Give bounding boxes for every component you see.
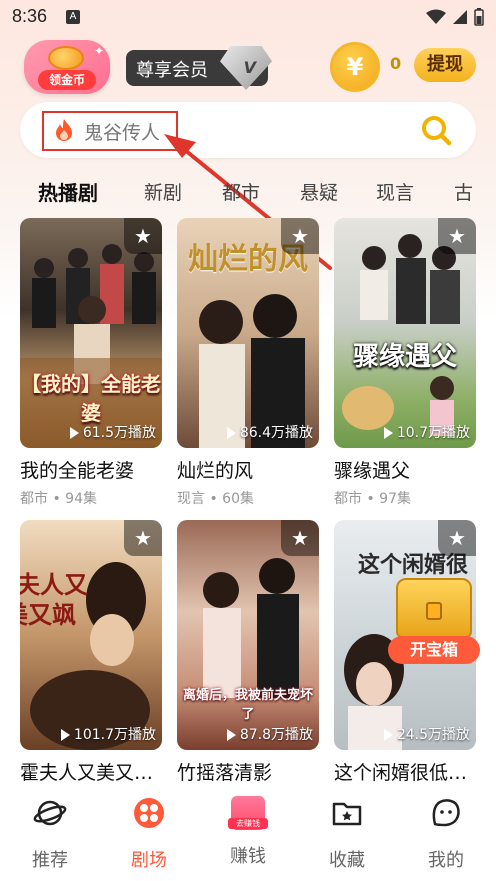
nav-earn-label: 赚钱	[230, 846, 266, 867]
folder-star-icon	[332, 802, 362, 826]
poster-title-text: 离婚后，我被前夫宠坏了	[182, 688, 313, 722]
poster-title-text: 霍夫人又美又飒	[20, 570, 88, 629]
search-input[interactable]: 鬼谷传人	[84, 118, 160, 145]
notification-icon: A	[66, 10, 80, 24]
nav-theater-label: 剧场	[131, 850, 167, 871]
drama-poster[interactable]: 霍夫人又美又飒 ★ 101.7万播放	[20, 520, 162, 750]
theater-icon	[134, 798, 164, 828]
status-time: 8:36	[12, 6, 48, 26]
vip-membership-button[interactable]: 尊享会员 V	[126, 46, 272, 90]
poster-title-text: 【我的】全能老婆	[21, 372, 161, 425]
tab-romance[interactable]: 现言	[376, 178, 414, 205]
star-icon[interactable]: ★	[124, 520, 162, 556]
chest-lock-icon	[426, 602, 442, 620]
drama-title[interactable]: 灿烂的风	[177, 456, 253, 483]
status-icons	[426, 8, 484, 26]
drama-meta: 都市 • 94集	[20, 491, 97, 507]
signal-icon	[453, 10, 467, 24]
nav-earn[interactable]: 去赚钱 赚钱	[208, 796, 288, 868]
planet-icon	[33, 800, 67, 826]
star-icon[interactable]: ★	[281, 218, 319, 254]
drama-poster[interactable]: 【我的】全能老婆 ★ 61.5万播放	[20, 218, 162, 448]
play-icon	[226, 729, 236, 741]
drama-meta: 都市 • 97集	[334, 491, 411, 507]
nav-recommend-label: 推荐	[32, 850, 68, 871]
battery-icon	[474, 8, 484, 26]
nav-favorites-label: 收藏	[329, 850, 365, 871]
play-icon	[69, 427, 79, 439]
play-count: 10.7万播放	[383, 422, 470, 442]
sparkle-icon: ✦	[93, 44, 104, 58]
tab-hot[interactable]: 热播剧	[38, 177, 98, 206]
withdraw-button[interactable]: 提现	[414, 48, 476, 82]
tab-new[interactable]: 新剧	[144, 178, 182, 205]
nav-profile[interactable]: 我的	[406, 796, 486, 872]
play-icon	[226, 427, 236, 439]
coin-stack-icon	[48, 46, 84, 70]
nav-profile-label: 我的	[428, 850, 464, 871]
star-icon[interactable]: ★	[438, 520, 476, 556]
category-tabs: 热播剧 新剧 都市 悬疑 现言 古	[0, 172, 496, 212]
star-icon[interactable]: ★	[438, 218, 476, 254]
play-count: 61.5万播放	[69, 422, 156, 442]
star-icon[interactable]: ★	[281, 520, 319, 556]
play-count: 24.5万播放	[383, 724, 470, 744]
star-icon[interactable]: ★	[124, 218, 162, 254]
nav-theater[interactable]: 剧场	[109, 796, 189, 872]
nav-recommend[interactable]: 推荐	[10, 796, 90, 872]
earn-icon: 去赚钱	[228, 796, 268, 830]
play-count: 101.7万播放	[60, 724, 156, 744]
drama-poster[interactable]: 骤缘遇父 ★ 10.7万播放	[334, 218, 476, 448]
tab-urban[interactable]: 都市	[222, 178, 260, 205]
nav-favorites[interactable]: 收藏	[307, 796, 387, 872]
treasure-chest-widget[interactable]: 开宝箱	[388, 578, 484, 668]
drama-poster[interactable]: 离婚后，我被前夫宠坏了 ★ 87.8万播放	[177, 520, 319, 750]
fire-icon	[56, 119, 72, 141]
bottom-nav: 推荐 剧场 去赚钱 赚钱 收藏 我的	[0, 784, 496, 881]
drama-title[interactable]: 竹摇落清影	[177, 758, 272, 785]
tab-suspense[interactable]: 悬疑	[300, 178, 338, 205]
play-icon	[383, 729, 393, 741]
vip-label: 尊享会员	[136, 60, 208, 81]
drama-title[interactable]: 这个闲婿很低…	[334, 758, 467, 785]
play-icon	[60, 729, 70, 741]
earn-icon-text: 去赚钱	[228, 818, 268, 829]
earn-coins-label: 领金币	[38, 70, 96, 90]
drama-title[interactable]: 我的全能老婆	[20, 456, 134, 483]
play-icon	[383, 427, 393, 439]
coin-count: 0	[390, 54, 402, 73]
vip-v-mark: V	[243, 58, 256, 77]
wifi-icon	[426, 9, 446, 24]
play-count: 87.8万播放	[226, 724, 313, 744]
search-icon[interactable]	[420, 114, 452, 146]
poster-title-text: 骤缘遇父	[352, 342, 457, 372]
drama-title[interactable]: 骤缘遇父	[334, 456, 410, 483]
tab-ancient[interactable]: 古	[454, 178, 473, 205]
yen-coin-icon: ¥	[330, 42, 380, 92]
play-count: 86.4万播放	[226, 422, 313, 442]
drama-meta: 现言 • 60集	[177, 491, 254, 507]
earn-coins-badge[interactable]: ✦ 领金币	[24, 40, 110, 94]
profile-icon	[432, 799, 460, 827]
open-treasure-button[interactable]: 开宝箱	[388, 636, 480, 664]
drama-title[interactable]: 霍夫人又美又…	[20, 758, 153, 785]
drama-poster[interactable]: 灿烂的风 ★ 86.4万播放	[177, 218, 319, 448]
status-bar: 8:36 A	[0, 0, 496, 36]
